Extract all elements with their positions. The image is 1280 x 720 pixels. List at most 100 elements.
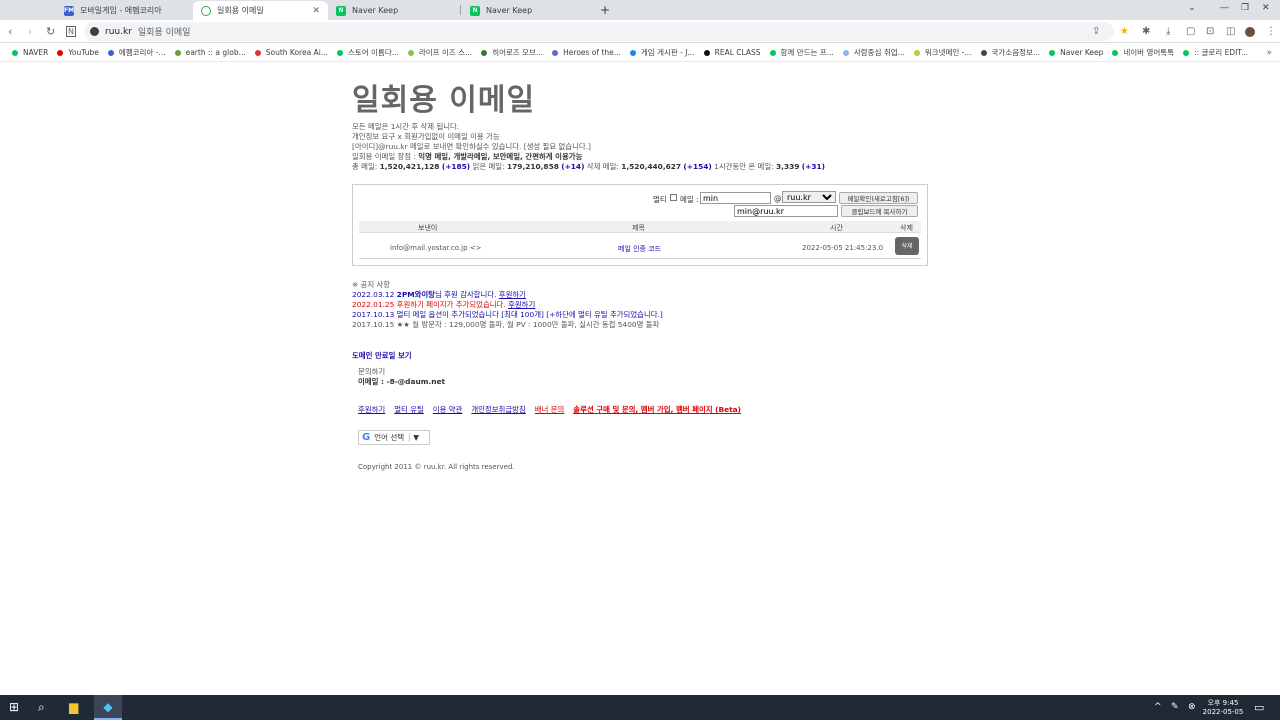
bookmark-item[interactable]: NAVER <box>12 48 48 57</box>
bookmark-favicon-icon <box>1049 49 1056 56</box>
bookmark-label: 워크넷메인 -... <box>924 48 972 57</box>
bookmark-item[interactable]: earth :: a glob... <box>174 48 246 57</box>
bookmark-favicon-icon <box>174 49 181 56</box>
check-mail-button[interactable]: 메일확인(새로고침[6]) <box>839 192 918 204</box>
tab-naver-keep-1[interactable]: N Naver Keep <box>328 1 458 20</box>
footer-link-terms[interactable]: 이용 약관 <box>433 404 463 415</box>
multi-checkbox[interactable] <box>670 194 677 201</box>
minimize-icon[interactable]: — <box>1220 3 1229 13</box>
clock-date: 2022-05-05 <box>1202 708 1244 716</box>
stat-value: 179,210,858 <box>506 162 559 171</box>
bookmark-label: Heroes of the... <box>563 48 621 57</box>
tray-chevron-icon[interactable]: ^ <box>1154 702 1162 712</box>
whale-browser-icon[interactable]: ◆ <box>94 695 122 720</box>
bookmark-item[interactable]: Heroes of the... <box>552 48 621 57</box>
delete-mail-button[interactable]: 삭제 <box>895 237 919 255</box>
email-id-input[interactable] <box>700 192 771 204</box>
avatar[interactable] <box>1245 27 1255 37</box>
notification-icon[interactable]: ▭ <box>1254 701 1264 714</box>
bookmark-item[interactable]: 스토어 이름다... <box>336 47 399 58</box>
tab-naver-keep-2[interactable]: N Naver Keep <box>462 1 592 20</box>
bookmark-item[interactable]: REAL CLASS <box>703 48 761 57</box>
pen-icon[interactable]: ✎ <box>1171 702 1179 712</box>
bookmark-item[interactable]: 워크넷메인 -... <box>913 47 972 58</box>
tab-disposable-email[interactable]: 일회용 이메일 ✕ <box>193 1 328 20</box>
bookmarks-overflow-icon[interactable]: » <box>1266 48 1272 58</box>
full-address-field[interactable] <box>734 205 838 217</box>
search-icon[interactable]: ⌕ <box>38 700 45 715</box>
clock[interactable]: 오후 9:45 2022-05-05 <box>1202 699 1244 717</box>
bookmark-favicon-icon <box>842 49 849 56</box>
split-view-icon[interactable]: ◫ <box>1226 26 1235 37</box>
extensions-icon[interactable]: ✱ <box>1142 26 1150 37</box>
bookmark-label: 에펨코리아 -... <box>118 48 166 57</box>
stat-label: 총 메일: <box>352 162 380 171</box>
dropdown-arrow-icon: ▼ <box>409 433 419 442</box>
tab-fmkorea[interactable]: FM 모바일게임 - 에펨코리아 <box>56 1 192 20</box>
bookmark-label: YouTube <box>68 48 99 57</box>
notice-date: 2022.03.12 <box>352 290 397 299</box>
stat-value: 1,520,421,128 <box>379 162 440 171</box>
windows-start-icon[interactable]: ⊞ <box>9 700 19 714</box>
restore-icon[interactable]: ❐ <box>1241 3 1249 13</box>
bookmark-label: 히어로즈 오브... <box>492 48 544 57</box>
donate-link[interactable]: 후원하기 <box>499 290 526 299</box>
copy-clipboard-button[interactable]: 클립보드에 복사하기 <box>841 205 918 217</box>
donor-name: 2PM와이탕 <box>396 290 435 299</box>
bookmark-item[interactable]: 네이버 영어톡톡 <box>1112 47 1174 58</box>
footer-links: 후원하기 멀티 유틸 이용 약관 개인정보취급방침 배너 문의 솔루션 구매 및… <box>358 404 932 415</box>
capture-icon[interactable]: ⊡ <box>1206 26 1214 37</box>
domain-expiry-link[interactable]: 도메인 만료일 보기 <box>352 350 932 361</box>
forward-icon[interactable]: › <box>28 25 32 38</box>
mail-subject-link[interactable]: 메일 인증 코드 <box>618 244 661 254</box>
bookmark-item[interactable]: 에펨코리아 -... <box>107 47 166 58</box>
close-tab-icon[interactable]: ✕ <box>312 6 320 16</box>
bookmark-item[interactable]: 히어로즈 오브... <box>481 47 543 58</box>
bookmark-item[interactable]: :: 글로리 EDIT... <box>1183 47 1248 58</box>
table-row[interactable]: info@mail.yostar.co.jp <> 메일 인증 코드 2022-… <box>359 235 921 259</box>
footer-link-banner[interactable]: 배너 문의 <box>535 404 565 415</box>
tab-search-icon[interactable]: ⌄ <box>1188 3 1196 13</box>
footer-link-multi-util[interactable]: 멀티 유틸 <box>394 404 424 415</box>
language-select[interactable]: G 언어 선택 ▼ <box>358 430 430 445</box>
footer-link-solution[interactable]: 솔루션 구매 및 문의, 멤버 가입, 멤버 페이지 (Beta) <box>573 404 741 415</box>
domain-select[interactable]: ruu.kr <box>782 191 836 203</box>
naver-keep-favicon-icon: N <box>336 5 346 16</box>
new-tab-icon[interactable]: + <box>600 3 610 17</box>
extension-star-icon[interactable]: ★ <box>1120 26 1129 37</box>
bookmark-item[interactable]: 함께 만드는 프... <box>769 47 834 58</box>
bookmark-item[interactable]: Naver Keep <box>1049 48 1103 57</box>
site-info-icon[interactable] <box>90 27 99 36</box>
reload-icon[interactable]: ↻ <box>46 25 55 38</box>
bookmark-label: earth :: a glob... <box>185 48 246 57</box>
download-icon[interactable]: ⤓ <box>1166 26 1170 37</box>
email-label: 메일 : <box>680 195 699 204</box>
bookmark-item[interactable]: 게임 게시판 - J... <box>629 47 695 58</box>
sidebar-icon[interactable]: ▢ <box>1186 26 1195 37</box>
share-icon[interactable]: ⇪ <box>1092 26 1100 37</box>
bookmark-item[interactable]: 사람중심 취업... <box>842 47 905 58</box>
close-window-icon[interactable]: ✕ <box>1262 3 1270 13</box>
footer-link-donate[interactable]: 후원하기 <box>358 404 385 415</box>
back-icon[interactable]: ‹ <box>8 25 12 38</box>
page-content: 일회용 이메일 모든 메일은 1시간 후 삭제 됩니다. 개인정보 요구 x 회… <box>352 62 932 471</box>
bookmark-favicon-icon <box>980 49 987 56</box>
donate-link[interactable]: 후원하기 <box>508 300 535 309</box>
bookmark-item[interactable]: South Korea Ai... <box>254 48 328 57</box>
bookmark-item[interactable]: 라이프 이즈 스... <box>407 47 472 58</box>
bookmark-item[interactable]: 국가소음정보... <box>980 47 1040 58</box>
omnibox[interactable]: ruu.kr 일회용 이메일 <box>84 22 1114 41</box>
intro-line: 개인정보 요구 x 회원가입없이 이메일 이용 가능 <box>352 132 500 141</box>
bookmark-favicon-icon <box>481 49 488 56</box>
intro-text: 모든 메일은 1시간 후 삭제 됩니다. 개인정보 요구 x 회원가입없이 이메… <box>352 122 932 172</box>
url-page-title: 일회용 이메일 <box>137 28 191 38</box>
contact-section: 문의하기 이메일 : -8-@daum.net <box>358 367 932 387</box>
file-explorer-icon[interactable]: ▆ <box>69 700 78 714</box>
naver-whale-icon[interactable]: N <box>66 26 76 37</box>
footer-link-privacy[interactable]: 개인정보취급방침 <box>471 404 525 415</box>
mail-from: info@mail.yostar.co.jp <> <box>390 244 482 252</box>
network-off-icon[interactable]: ⊗ <box>1188 702 1196 712</box>
menu-icon[interactable]: ⋮ <box>1266 26 1276 37</box>
bookmark-item[interactable]: YouTube <box>57 48 99 57</box>
bookmark-label: 함께 만드는 프... <box>780 48 834 57</box>
